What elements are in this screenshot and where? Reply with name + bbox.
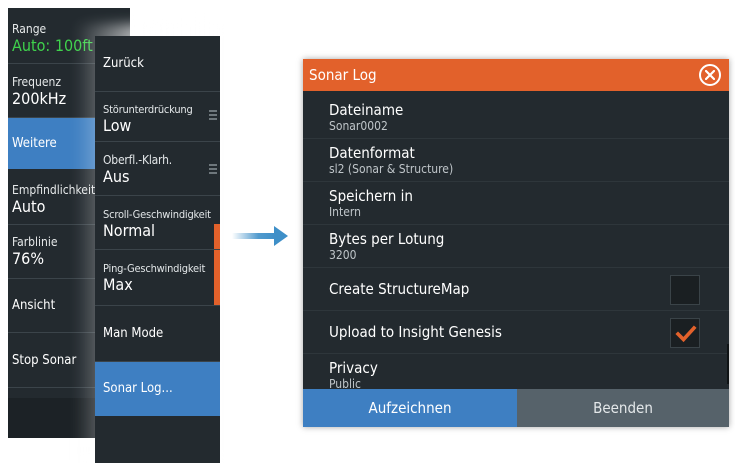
- upload-label: Upload to Insight Genesis: [329, 323, 502, 341]
- menu-item-back[interactable]: Zurück: [95, 36, 220, 92]
- row-bytes-per-sounding[interactable]: Bytes per Lotung 3200: [303, 225, 729, 268]
- upload-checkbox[interactable]: [670, 318, 700, 348]
- ping-speed-label: Ping-Geschwindigkeit: [103, 262, 206, 275]
- ping-speed-value: Max: [103, 275, 133, 294]
- menu-item-scroll-speed[interactable]: Scroll-Geschwindigkeit Normal: [95, 196, 220, 250]
- sub-menu: Zurück Störunterdrückung Low Oberfl.-Kla…: [95, 36, 220, 463]
- save-to-label: Speichern in: [329, 187, 413, 205]
- menu-item-sonar-log[interactable]: Sonar Log...: [95, 362, 220, 416]
- view-label: Ansicht: [12, 298, 56, 313]
- dialog-footer: Aufzeichnen Beenden: [303, 389, 729, 427]
- ping-speed-indicator: [214, 250, 220, 305]
- row-filename[interactable]: Dateiname Sonar0002: [303, 96, 729, 139]
- filename-label: Dateiname: [329, 101, 404, 119]
- back-label: Zurück: [103, 56, 144, 71]
- checkmark-icon: [675, 325, 697, 343]
- dialog-title: Sonar Log: [309, 66, 377, 84]
- drag-handle-icon[interactable]: [209, 164, 217, 177]
- row-save-to[interactable]: Speichern in Intern: [303, 182, 729, 225]
- menu-item-surface-clarity[interactable]: Oberfl.-Klarh. Aus: [95, 142, 220, 196]
- file-format-value: sl2 (Sonar & Structure): [329, 162, 454, 176]
- noise-label: Störunterdrückung: [103, 103, 193, 116]
- scroll-speed-label: Scroll-Geschwindigkeit: [103, 208, 211, 221]
- man-mode-label: Man Mode: [103, 326, 164, 341]
- row-privacy[interactable]: Privacy Public: [303, 354, 729, 389]
- surface-value: Aus: [103, 167, 130, 186]
- menu-item-ping-speed[interactable]: Ping-Geschwindigkeit Max: [95, 250, 220, 306]
- save-to-value: Intern: [329, 205, 361, 219]
- menu-item-man-mode[interactable]: Man Mode: [95, 306, 220, 362]
- noise-value: Low: [103, 116, 132, 135]
- row-create-structuremap[interactable]: Create StructureMap: [303, 268, 729, 311]
- structuremap-label: Create StructureMap: [329, 280, 470, 298]
- record-button[interactable]: Aufzeichnen: [303, 389, 517, 427]
- surface-label: Oberfl.-Klarh.: [103, 153, 172, 167]
- arrow-right-icon: [232, 226, 288, 246]
- menu-item-noise-rejection[interactable]: Störunterdrückung Low: [95, 92, 220, 142]
- scroll-speed-value: Normal: [103, 221, 156, 240]
- file-format-label: Datenformat: [329, 144, 415, 162]
- sonar-log-label: Sonar Log...: [103, 381, 173, 396]
- more-label: Weitere: [12, 135, 57, 151]
- dialog-header: Sonar Log: [303, 59, 729, 91]
- privacy-value: Public: [329, 377, 361, 389]
- row-file-format[interactable]: Datenformat sl2 (Sonar & Structure): [303, 139, 729, 182]
- bytes-label: Bytes per Lotung: [329, 230, 445, 248]
- dialog-scrollbar[interactable]: [727, 344, 729, 384]
- exit-button[interactable]: Beenden: [517, 389, 729, 427]
- scroll-speed-indicator: [214, 224, 220, 249]
- bytes-value: 3200: [329, 248, 357, 262]
- privacy-label: Privacy: [329, 359, 378, 377]
- sonar-log-dialog: Sonar Log Dateiname Sonar0002 Datenforma…: [303, 59, 729, 427]
- filename-value: Sonar0002: [329, 119, 388, 133]
- drag-handle-icon[interactable]: [209, 110, 217, 123]
- stop-sonar-label: Stop Sonar: [12, 352, 77, 368]
- close-icon[interactable]: [699, 64, 721, 86]
- row-upload-insight-genesis[interactable]: Upload to Insight Genesis: [303, 311, 729, 354]
- structuremap-checkbox[interactable]: [670, 275, 700, 305]
